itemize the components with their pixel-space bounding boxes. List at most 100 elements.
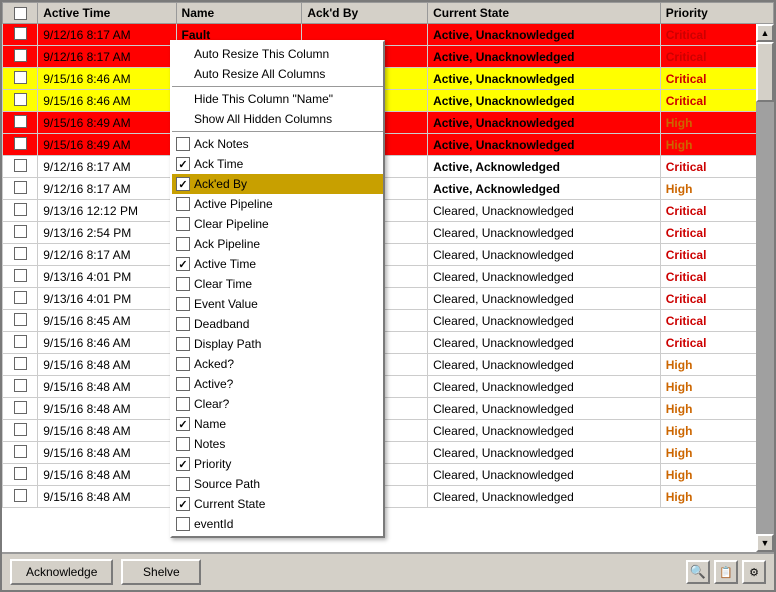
menu-item[interactable]: Clear Pipeline bbox=[172, 214, 383, 234]
col-active-time[interactable]: Active Time bbox=[38, 3, 176, 24]
acknowledge-button[interactable]: Acknowledge bbox=[10, 559, 113, 585]
row-checkbox[interactable] bbox=[3, 464, 38, 486]
col-priority[interactable]: Priority bbox=[660, 3, 773, 24]
menu-item-checkbox bbox=[176, 257, 190, 271]
col-checkbox[interactable] bbox=[3, 3, 38, 24]
menu-item[interactable]: Show All Hidden Columns bbox=[172, 109, 383, 129]
menu-item[interactable]: Deadband bbox=[172, 314, 383, 334]
menu-item-checkbox bbox=[176, 137, 190, 151]
row-checkbox[interactable] bbox=[3, 112, 38, 134]
table-row[interactable]: 9/15/16 8:46 AM High Alarm Active, Unack… bbox=[3, 90, 774, 112]
menu-item[interactable]: Clear Time bbox=[172, 274, 383, 294]
row-current-state: Active, Unacknowledged bbox=[428, 24, 661, 46]
table-row[interactable]: 9/15/16 8:45 AM High Alarm Cleared, Unac… bbox=[3, 310, 774, 332]
menu-item[interactable]: Auto Resize This Column bbox=[172, 44, 383, 64]
table-row[interactable]: 9/15/16 8:48 AM Low Alarm 1 Cleared, Una… bbox=[3, 442, 774, 464]
menu-item[interactable]: Hide This Column "Name" bbox=[172, 89, 383, 109]
menu-item[interactable]: eventId bbox=[172, 514, 383, 534]
menu-item-label: Active Pipeline bbox=[194, 197, 273, 211]
row-checkbox[interactable] bbox=[3, 24, 38, 46]
menu-item[interactable]: Clear? bbox=[172, 394, 383, 414]
col-current-state[interactable]: Current State bbox=[428, 3, 661, 24]
col-name[interactable]: Name bbox=[176, 3, 302, 24]
row-checkbox[interactable] bbox=[3, 354, 38, 376]
export-icon-button[interactable]: 📋 bbox=[714, 560, 738, 584]
menu-item[interactable]: Priority bbox=[172, 454, 383, 474]
menu-item[interactable]: Notes bbox=[172, 434, 383, 454]
table-row[interactable]: 9/12/16 8:17 AM Alarm Active, Acknowledg… bbox=[3, 178, 774, 200]
row-checkbox[interactable] bbox=[3, 134, 38, 156]
table-row[interactable]: 9/13/16 12:12 PM High Alarm Cleared, Una… bbox=[3, 200, 774, 222]
row-checkbox[interactable] bbox=[3, 178, 38, 200]
table-row[interactable]: 9/15/16 8:48 AM Low Alarm 2 Cleared, Una… bbox=[3, 420, 774, 442]
row-checkbox[interactable] bbox=[3, 244, 38, 266]
menu-item[interactable]: Current State bbox=[172, 494, 383, 514]
row-checkbox[interactable] bbox=[3, 156, 38, 178]
menu-item[interactable]: Name bbox=[172, 414, 383, 434]
row-checkbox[interactable] bbox=[3, 332, 38, 354]
table-row[interactable]: 9/15/16 8:48 AM Low Alarm 2 Cleared, Una… bbox=[3, 354, 774, 376]
menu-item[interactable]: Display Path bbox=[172, 334, 383, 354]
scroll-up-arrow[interactable]: ▲ bbox=[756, 24, 774, 42]
row-checkbox[interactable] bbox=[3, 90, 38, 112]
table-row[interactable]: 9/15/16 8:46 AM High Alarm Cleared, Unac… bbox=[3, 332, 774, 354]
menu-item[interactable]: Active Time bbox=[172, 254, 383, 274]
row-current-state: Cleared, Unacknowledged bbox=[428, 266, 661, 288]
table-row[interactable]: 9/15/16 8:48 AM Low Alarm 1 Cleared, Una… bbox=[3, 464, 774, 486]
row-active-time: 9/15/16 8:45 AM bbox=[38, 310, 176, 332]
menu-item[interactable]: Source Path bbox=[172, 474, 383, 494]
row-checkbox[interactable] bbox=[3, 222, 38, 244]
scroll-track[interactable] bbox=[756, 42, 774, 534]
menu-item[interactable]: Active Pipeline bbox=[172, 194, 383, 214]
row-checkbox[interactable] bbox=[3, 398, 38, 420]
row-checkbox[interactable] bbox=[3, 46, 38, 68]
menu-item-label: Notes bbox=[194, 437, 225, 451]
menu-item[interactable]: Ack Time bbox=[172, 154, 383, 174]
menu-item[interactable]: Acked? bbox=[172, 354, 383, 374]
menu-item[interactable]: Auto Resize All Columns bbox=[172, 64, 383, 84]
row-checkbox[interactable] bbox=[3, 420, 38, 442]
row-checkbox[interactable] bbox=[3, 266, 38, 288]
table-row[interactable]: 9/13/16 4:01 PM High Alarm Cleared, Unac… bbox=[3, 288, 774, 310]
row-current-state: Active, Unacknowledged bbox=[428, 46, 661, 68]
row-checkbox[interactable] bbox=[3, 442, 38, 464]
row-current-state: Cleared, Unacknowledged bbox=[428, 354, 661, 376]
table-row[interactable]: 9/15/16 8:49 AM Low Alarm 1 Active, Unac… bbox=[3, 134, 774, 156]
scroll-thumb[interactable] bbox=[756, 42, 774, 102]
menu-item[interactable]: Ack Notes bbox=[172, 134, 383, 154]
table-row[interactable]: 9/15/16 8:49 AM Low Alarm 2 Active, Unac… bbox=[3, 112, 774, 134]
vertical-scrollbar[interactable]: ▲ ▼ bbox=[756, 24, 774, 552]
table-row[interactable]: 9/12/16 8:17 AM High Alarm Active, Ackno… bbox=[3, 156, 774, 178]
menu-divider bbox=[172, 131, 383, 132]
table-row[interactable]: 9/12/16 8:17 AM Low Alarm Cleared, Unack… bbox=[3, 244, 774, 266]
menu-item[interactable]: Active? bbox=[172, 374, 383, 394]
menu-item[interactable]: Ack Pipeline bbox=[172, 234, 383, 254]
table-row[interactable]: 9/13/16 2:54 PM High Alarm Cleared, Unac… bbox=[3, 222, 774, 244]
row-active-time: 9/15/16 8:49 AM bbox=[38, 134, 176, 156]
row-checkbox[interactable] bbox=[3, 68, 38, 90]
row-checkbox[interactable] bbox=[3, 288, 38, 310]
menu-item[interactable]: Ack'ed By bbox=[172, 174, 383, 194]
table-row[interactable]: 9/15/16 8:48 AM Low Alarm 2 Cleared, Una… bbox=[3, 376, 774, 398]
table-row[interactable]: 9/15/16 8:48 AM Low Alarm 2 Cleared, Una… bbox=[3, 486, 774, 508]
row-checkbox[interactable] bbox=[3, 376, 38, 398]
row-checkbox[interactable] bbox=[3, 486, 38, 508]
settings-icon-button[interactable]: ⚙ bbox=[742, 560, 766, 584]
table-row[interactable]: 9/12/16 8:17 AM Alarm Active, Unacknowle… bbox=[3, 46, 774, 68]
menu-item-checkbox bbox=[176, 217, 190, 231]
menu-item-checkbox bbox=[176, 197, 190, 211]
row-checkbox[interactable] bbox=[3, 200, 38, 222]
col-ackd-by[interactable]: Ack'd By bbox=[302, 3, 428, 24]
scroll-down-arrow[interactable]: ▼ bbox=[756, 534, 774, 552]
search-icon-button[interactable]: 🔍 bbox=[686, 560, 710, 584]
shelve-button[interactable]: Shelve bbox=[121, 559, 201, 585]
table-row[interactable]: 9/12/16 8:17 AM Fault Active, Unacknowle… bbox=[3, 24, 774, 46]
table-row[interactable]: 9/13/16 4:01 PM High Alarm Cleared, Unac… bbox=[3, 266, 774, 288]
table-row[interactable]: 9/15/16 8:48 AM Low Alarm 1 Cleared, Una… bbox=[3, 398, 774, 420]
context-menu[interactable]: Auto Resize This ColumnAuto Resize All C… bbox=[170, 40, 385, 538]
row-active-time: 9/13/16 12:12 PM bbox=[38, 200, 176, 222]
row-current-state: Cleared, Unacknowledged bbox=[428, 222, 661, 244]
row-checkbox[interactable] bbox=[3, 310, 38, 332]
menu-item[interactable]: Event Value bbox=[172, 294, 383, 314]
table-row[interactable]: 9/15/16 8:46 AM High Alarm Active, Unack… bbox=[3, 68, 774, 90]
